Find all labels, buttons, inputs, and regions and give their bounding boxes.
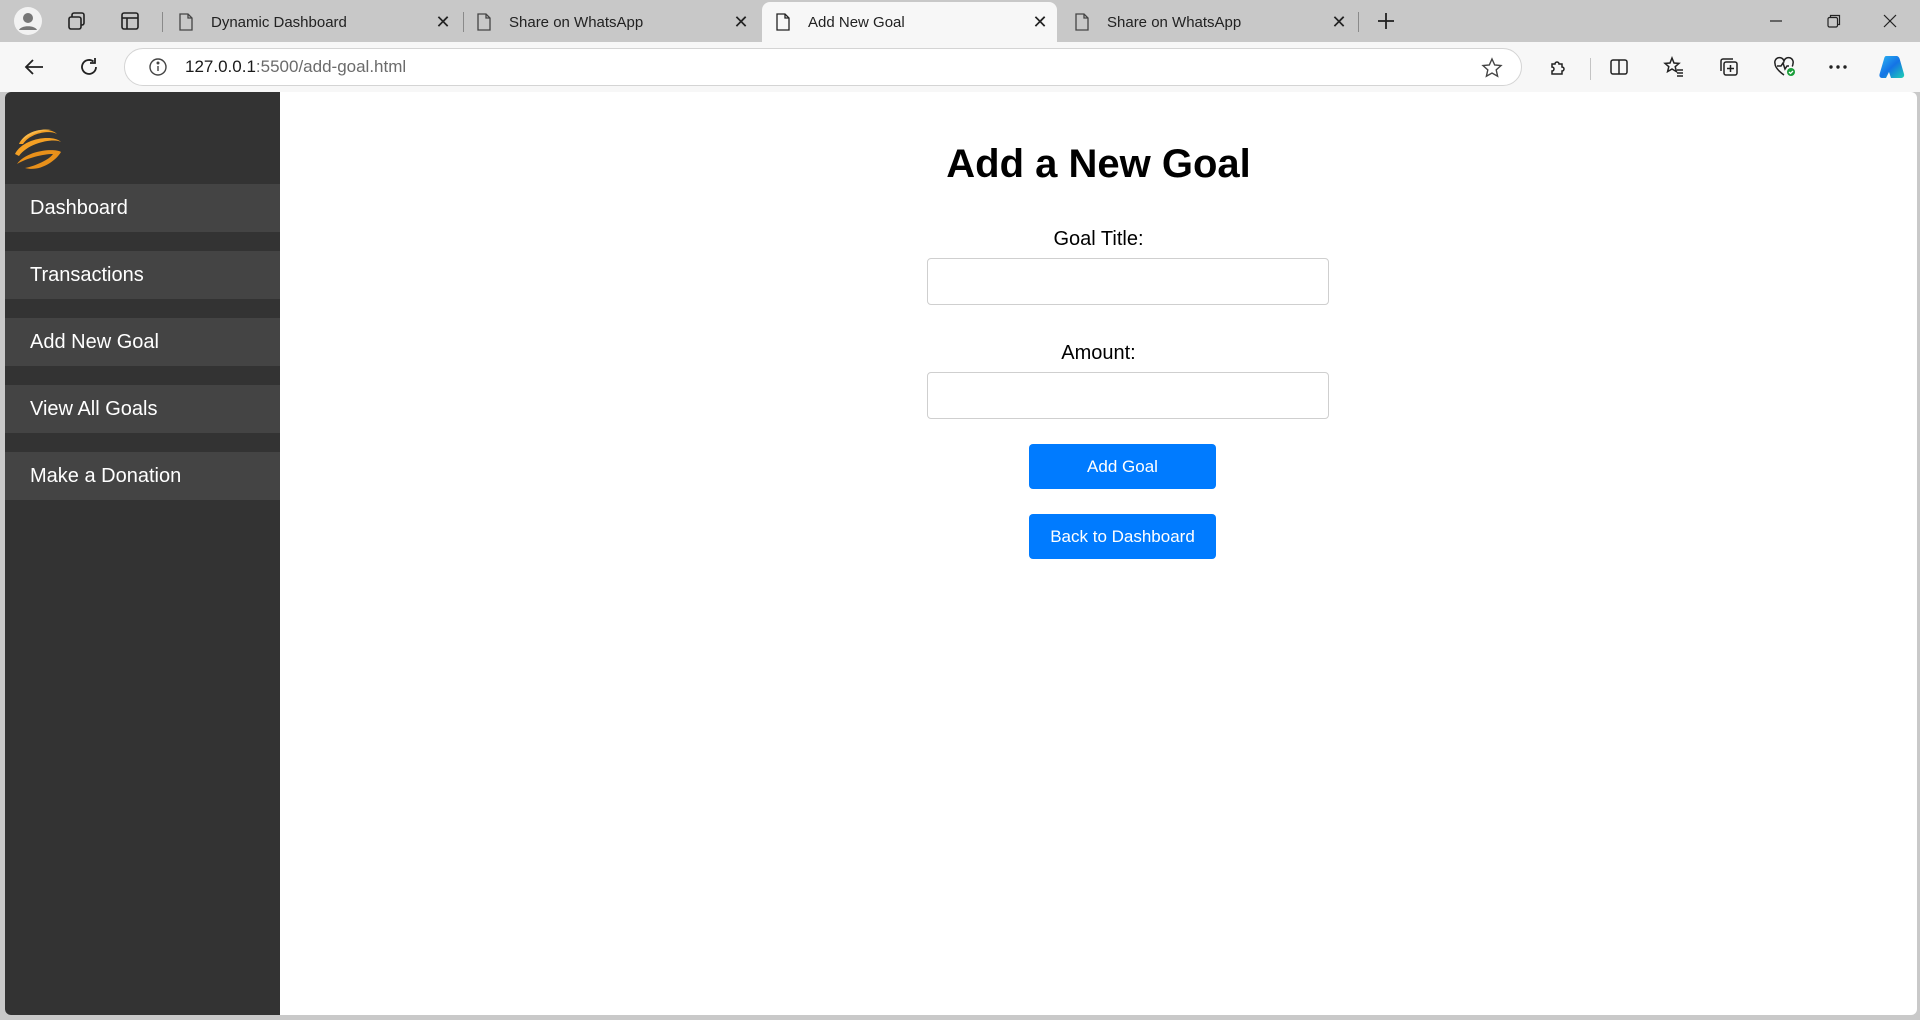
back-to-dashboard-button[interactable]: Back to Dashboard	[1029, 514, 1216, 559]
document-icon	[477, 12, 495, 32]
refresh-icon[interactable]	[71, 50, 107, 84]
tab-title: Share on WhatsApp	[1107, 13, 1242, 31]
minimize-icon[interactable]	[1748, 0, 1804, 42]
goal-title-input[interactable]	[927, 258, 1329, 305]
tab-strip: Dynamic Dashboard ✕ Share on WhatsApp ✕ …	[0, 0, 1920, 42]
sidebar-item-transactions[interactable]: Transactions	[5, 251, 280, 299]
more-options-icon[interactable]	[1820, 50, 1856, 84]
url-path: :5500/add-goal.html	[255, 57, 407, 76]
address-bar[interactable]: 127.0.0.1:5500/add-goal.html	[124, 48, 1522, 86]
url-host: 127.0.0.1	[185, 57, 256, 76]
workspaces-icon[interactable]	[62, 6, 92, 36]
restore-icon[interactable]	[1806, 0, 1862, 42]
tab-title: Add New Goal	[808, 13, 905, 31]
site-info-icon[interactable]	[147, 56, 169, 78]
favorite-star-icon[interactable]	[1481, 57, 1503, 79]
tab-add-new-goal[interactable]: Add New Goal ✕	[762, 2, 1057, 42]
add-goal-button[interactable]: Add Goal	[1029, 444, 1216, 489]
tab-share-on-whatsapp[interactable]: Share on WhatsApp ✕	[1061, 2, 1356, 42]
close-window-icon[interactable]	[1862, 0, 1918, 42]
sidebar-item-view-all-goals[interactable]: View All Goals	[5, 385, 280, 433]
amount-label: Amount:	[1061, 342, 1136, 364]
browser-essentials-icon[interactable]	[1766, 50, 1802, 84]
document-icon	[776, 12, 794, 32]
tab-separator	[1358, 12, 1359, 32]
browser-toolbar: 127.0.0.1:5500/add-goal.html	[0, 42, 1920, 92]
collections-icon[interactable]	[1711, 50, 1747, 84]
tab-separator	[162, 12, 163, 32]
amount-input[interactable]	[927, 372, 1329, 419]
tab-title: Dynamic Dashboard	[211, 13, 347, 31]
app-logo	[11, 122, 63, 174]
tab-share-on-whatsapp[interactable]: Share on WhatsApp ✕	[463, 2, 758, 42]
close-icon[interactable]: ✕	[726, 7, 756, 37]
sidebar-item-make-a-donation[interactable]: Make a Donation	[5, 452, 280, 500]
profile-icon[interactable]	[13, 6, 43, 36]
sidebar: Dashboard Transactions Add New Goal View…	[5, 92, 280, 1015]
sidebar-item-dashboard[interactable]: Dashboard	[5, 184, 280, 232]
url-text: 127.0.0.1:5500/add-goal.html	[185, 57, 406, 77]
main-content: Add a New Goal Goal Title: Amount: Add G…	[280, 92, 1917, 1015]
page-title: Add a New Goal	[946, 142, 1251, 186]
sidebar-item-add-new-goal[interactable]: Add New Goal	[5, 318, 280, 366]
favorites-icon[interactable]	[1656, 50, 1692, 84]
toolbar-divider	[1590, 58, 1591, 80]
close-icon[interactable]: ✕	[428, 7, 458, 37]
close-icon[interactable]: ✕	[1025, 7, 1055, 37]
tab-dynamic-dashboard[interactable]: Dynamic Dashboard ✕	[165, 2, 460, 42]
split-screen-icon[interactable]	[1601, 50, 1637, 84]
document-icon	[179, 12, 197, 32]
close-icon[interactable]: ✕	[1324, 7, 1354, 37]
page-viewport: Dashboard Transactions Add New Goal View…	[5, 92, 1917, 1015]
copilot-icon[interactable]	[1874, 50, 1910, 84]
document-icon	[1075, 12, 1093, 32]
goal-title-label: Goal Title:	[1053, 228, 1144, 250]
vertical-tabs-icon[interactable]	[115, 6, 145, 36]
back-icon[interactable]	[16, 50, 52, 84]
tab-title: Share on WhatsApp	[509, 13, 644, 31]
extensions-icon[interactable]	[1541, 50, 1577, 84]
new-tab-icon[interactable]	[1371, 6, 1401, 36]
